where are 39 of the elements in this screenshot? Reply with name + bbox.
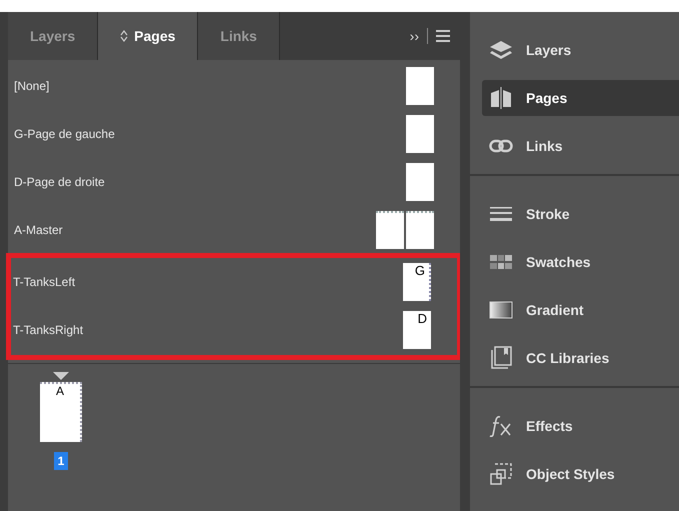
panel-tab[interactable]: Pages (98, 12, 198, 60)
dock-item[interactable]: Effects (482, 408, 679, 444)
dock-item[interactable]: Gradient (482, 292, 679, 328)
master-prefix: D (418, 311, 427, 328)
spread-thumbnail (376, 211, 434, 249)
dock-item[interactable]: Stroke (482, 196, 679, 232)
dock-item[interactable]: Object Styles (482, 456, 679, 492)
page-thumbnail (406, 115, 434, 153)
dock-item[interactable]: CC Libraries (482, 340, 679, 376)
page-thumbnail (406, 163, 434, 201)
layers-icon (489, 40, 513, 60)
panel-tab[interactable]: Layers (8, 12, 98, 60)
dock-item[interactable]: Swatches (482, 244, 679, 280)
master-marker-icon (53, 372, 69, 380)
object-styles-icon (489, 462, 513, 486)
panel-menu-button[interactable] (436, 30, 450, 42)
page-thumbnail[interactable]: A (40, 382, 82, 442)
master-prefix: A (56, 384, 64, 400)
dock-item[interactable]: Layers (482, 32, 679, 68)
pages-icon (489, 87, 513, 109)
libraries-icon (490, 346, 512, 370)
dock-item[interactable]: Links (482, 128, 679, 164)
gradient-icon (489, 301, 513, 319)
panel-tab[interactable]: Links (198, 12, 280, 60)
overflow-button[interactable]: ›› (410, 26, 419, 46)
master-row[interactable]: [None] (12, 62, 460, 110)
stroke-icon (489, 206, 513, 222)
chain-link-icon (489, 139, 513, 153)
swatches-icon (489, 254, 513, 270)
master-row[interactable]: D-Page de droite (12, 158, 460, 206)
master-row[interactable]: A-Master (12, 206, 460, 254)
master-row[interactable]: T-TanksRight D (11, 306, 457, 354)
master-row[interactable]: G-Page de gauche (12, 110, 460, 158)
page-thumbnail (406, 67, 434, 105)
master-row[interactable]: T-TanksLeft G (11, 258, 457, 306)
fx-icon (489, 415, 513, 437)
page-number[interactable]: 1 (54, 452, 68, 470)
master-prefix: G (414, 263, 425, 280)
dock-item[interactable]: Pages (482, 80, 679, 116)
